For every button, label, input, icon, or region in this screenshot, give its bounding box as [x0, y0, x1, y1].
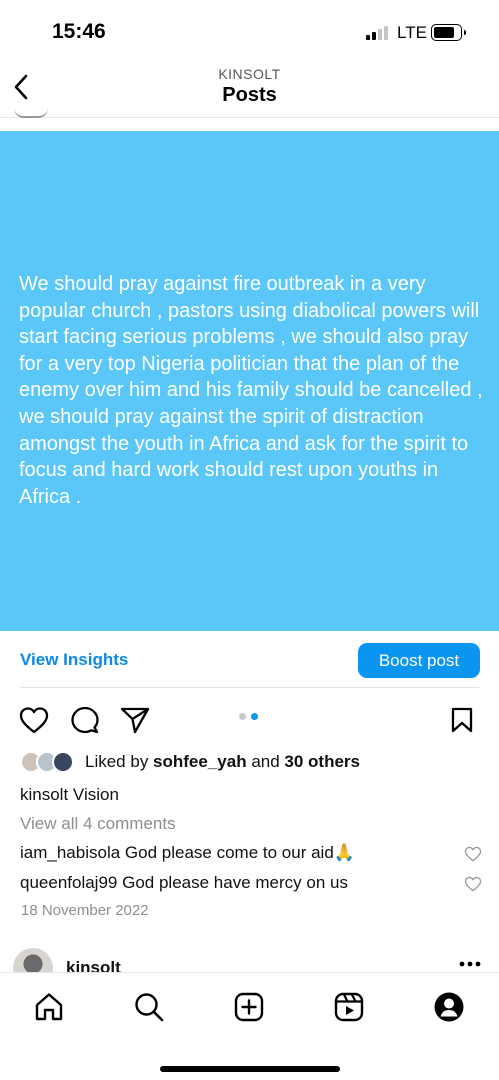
heart-icon: [19, 707, 49, 734]
save-button[interactable]: [446, 704, 478, 736]
nav-profile[interactable]: [432, 990, 466, 1024]
status-bar: 15:46 LTE: [0, 0, 499, 58]
nav-reels[interactable]: [332, 990, 366, 1024]
top-header: KINSOLT Posts: [0, 58, 499, 118]
comment-username[interactable]: iam_habisola: [20, 843, 120, 862]
boost-post-button[interactable]: Boost post: [358, 643, 480, 678]
carousel-indicator: [239, 713, 263, 721]
search-icon: [135, 993, 164, 1022]
like-button[interactable]: [18, 704, 50, 736]
caption-text: Vision: [72, 785, 119, 804]
share-button[interactable]: [119, 704, 151, 736]
bookmark-icon: [451, 707, 473, 733]
post-image[interactable]: We should pray against fire outbreak in …: [0, 131, 499, 631]
signal-icon: [366, 26, 392, 40]
caption: kinsolt Vision: [20, 785, 119, 805]
comment-text: God please come to our aid🙏: [124, 843, 355, 862]
view-all-comments-link[interactable]: View all 4 comments: [20, 814, 176, 834]
comment-username[interactable]: queenfolaj99: [20, 873, 117, 892]
insights-row: View Insights Boost post: [0, 640, 499, 688]
comment-row: queenfolaj99 God please have mercy on us: [20, 873, 348, 893]
profile-icon: [434, 992, 464, 1022]
nav-home[interactable]: [32, 990, 66, 1024]
more-options-icon[interactable]: [458, 960, 482, 968]
liker-avatar: [52, 751, 74, 773]
likes-row[interactable]: Liked by sohfee_yah and 30 others: [20, 750, 480, 776]
nav-create[interactable]: [232, 990, 266, 1024]
comment-text: God please have mercy on us: [122, 873, 348, 892]
post-date: 18 November 2022: [21, 902, 149, 919]
carousel-dot: [239, 713, 246, 720]
divider: [20, 687, 479, 688]
home-icon: [35, 993, 63, 1021]
battery-icon: [431, 24, 466, 41]
comment-row: iam_habisola God please come to our aid🙏: [20, 843, 355, 863]
comment-icon: [71, 706, 99, 734]
action-bar: [0, 700, 499, 740]
bottom-nav: [0, 972, 499, 1080]
likes-middle: and: [246, 752, 285, 771]
create-icon: [234, 992, 264, 1022]
reels-icon: [334, 992, 364, 1022]
home-indicator: [160, 1066, 340, 1072]
comment-like-heart-icon[interactable]: [464, 876, 482, 892]
likes-count[interactable]: 30 others: [284, 752, 360, 771]
carousel-dot-active: [251, 713, 258, 720]
network-label: LTE: [397, 23, 427, 42]
view-insights-link[interactable]: View Insights: [20, 650, 128, 670]
nav-search[interactable]: [132, 990, 166, 1024]
liker-username[interactable]: sohfee_yah: [153, 752, 247, 771]
previous-post-avatar: [14, 108, 48, 118]
caption-username[interactable]: kinsolt: [20, 785, 68, 804]
comment-button[interactable]: [69, 704, 101, 736]
likes-prefix: Liked by: [85, 752, 154, 771]
send-icon: [120, 707, 150, 734]
status-time: 15:46: [52, 20, 106, 43]
page-title: Posts: [222, 84, 277, 106]
post-text: We should pray against fire outbreak in …: [19, 273, 483, 508]
account-name: KINSOLT: [218, 66, 281, 82]
comment-like-heart-icon[interactable]: [464, 846, 482, 862]
likes-text: Liked by sohfee_yah and 30 others: [85, 752, 360, 772]
